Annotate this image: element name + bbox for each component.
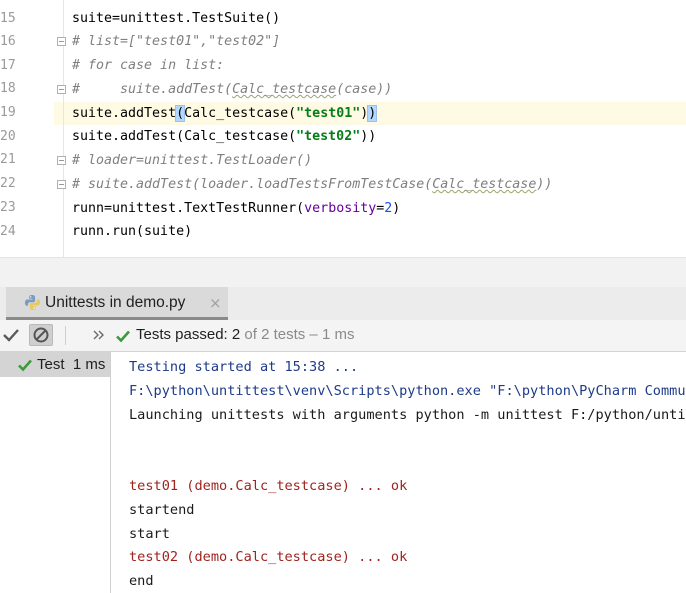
code-comment: Calc_testcase (432, 177, 537, 192)
code-comment: # for case in list: (72, 58, 225, 73)
fold-marker-icon[interactable] (57, 180, 66, 189)
tab-unittests[interactable]: Unittests in demo.py × (6, 287, 228, 320)
code-comment: # suite.addTest( (72, 82, 233, 97)
tests-status: Tests passed: 2 of 2 tests – 1 ms (136, 326, 354, 343)
console-line: test01 (demo.Calc_testcase) ... ok (129, 478, 408, 494)
code-line[interactable]: # for case in list: (72, 54, 224, 77)
chevron-double-right-icon (93, 330, 104, 340)
code-comment: # loader=unittest.TestLoader() (72, 153, 313, 168)
line-number: 24 (0, 224, 16, 239)
console-line: end (129, 573, 154, 589)
code-text: suite.addTest (72, 106, 177, 121)
run-tab-bar: Unittests in demo.py × (0, 287, 686, 321)
line-number: 16 (0, 34, 16, 49)
tree-item-label: Test 1 ms (37, 356, 105, 373)
fold-marker-icon[interactable] (57, 156, 66, 165)
code-text: Calc_testcase( (184, 106, 297, 121)
code-text: )) (360, 129, 377, 144)
console-line: F:\python\untittest\venv\Scripts\python.… (129, 383, 686, 399)
tree-item-name: Test (37, 356, 65, 373)
code-string: "test02" (296, 129, 361, 144)
line-number: 17 (0, 58, 16, 73)
code-comment: Calc_testcase (232, 82, 337, 97)
line-number: 23 (0, 200, 16, 215)
code-line[interactable]: # suite.addTest(loader.loadTestsFromTest… (72, 173, 552, 196)
test-runner-toolbar: Tests passed: 2 of 2 tests – 1 ms (0, 320, 686, 352)
close-icon[interactable]: × (209, 294, 222, 312)
code-text: suite.addTest(Calc_testcase( (72, 129, 297, 144)
code-line[interactable]: suite.addTest(Calc_testcase("test01")) (72, 102, 378, 125)
code-text: runn=unittest.TextTestRunner( (72, 201, 305, 216)
code-comment: # suite.addTest(loader.loadTestsFromTest… (72, 177, 433, 192)
tree-item-time: 1 ms (72, 356, 106, 373)
code-line[interactable]: runn=unittest.TextTestRunner(verbosity=2… (72, 197, 400, 220)
code-comment: # list=["test01","test02"] (72, 34, 281, 49)
check-icon (3, 329, 19, 342)
pass-check-icon (18, 359, 32, 372)
console-line: test02 (demo.Calc_testcase) ... ok (129, 549, 408, 565)
status-prefix: Tests passed: (136, 326, 232, 343)
code-line[interactable]: suite=unittest.TestSuite() (72, 7, 280, 30)
code-keyword-arg: verbosity (304, 201, 377, 216)
code-comment: )) (536, 177, 553, 192)
panel-splitter[interactable] (0, 257, 686, 288)
line-number: 21 (0, 152, 16, 167)
console-output[interactable]: Testing started at 15:38 ... F:\python\u… (111, 352, 686, 593)
fold-marker-icon[interactable] (57, 37, 66, 46)
line-number: 20 (0, 129, 16, 144)
code-line[interactable]: # loader=unittest.TestLoader() (72, 149, 312, 172)
test-tree: Test 1 ms (0, 352, 111, 593)
code-line[interactable]: # suite.addTest(Calc_testcase(case)) (72, 78, 392, 101)
code-text: ) (392, 201, 401, 216)
line-number: 22 (0, 176, 16, 191)
line-number: 19 (0, 105, 16, 120)
more-actions-button[interactable] (87, 324, 111, 346)
code-line[interactable]: suite.addTest(Calc_testcase("test02")) (72, 125, 376, 148)
status-passed-count: 2 (231, 326, 241, 343)
matched-paren: ( (175, 105, 186, 122)
tab-label: Unittests in demo.py (45, 294, 186, 311)
console-line: Testing started at 15:38 ... (129, 359, 359, 375)
fold-marker-icon[interactable] (57, 85, 66, 94)
code-comment: (case)) (336, 82, 393, 97)
matched-paren: ) (367, 105, 378, 122)
show-ignored-button[interactable] (29, 324, 53, 346)
status-suffix: of 2 tests – 1 ms (240, 326, 355, 343)
console-line: start (129, 526, 170, 542)
code-editor[interactable]: 15 16 17 18 19 20 21 22 23 24 suite=unit… (0, 0, 686, 257)
tree-item-test[interactable]: Test 1 ms (0, 352, 110, 377)
code-string: "test01" (296, 106, 361, 121)
show-passed-button[interactable] (0, 324, 24, 346)
line-number: 18 (0, 81, 16, 96)
stop-icon (33, 327, 49, 343)
pass-check-icon (116, 330, 130, 343)
code-text: suite=unittest.TestSuite() (72, 11, 281, 26)
toolbar-separator (65, 326, 66, 345)
console-line: Launching unittests with arguments pytho… (129, 407, 686, 423)
code-text: runn.run(suite) (72, 224, 193, 239)
code-line[interactable]: # list=["test01","test02"] (72, 30, 280, 53)
line-gutter: 15 16 17 18 19 20 21 22 23 24 (0, 0, 54, 257)
line-number: 15 (0, 11, 16, 26)
console-line: startend (129, 502, 195, 518)
python-file-icon (25, 295, 40, 310)
code-line[interactable]: runn.run(suite) (72, 220, 192, 243)
